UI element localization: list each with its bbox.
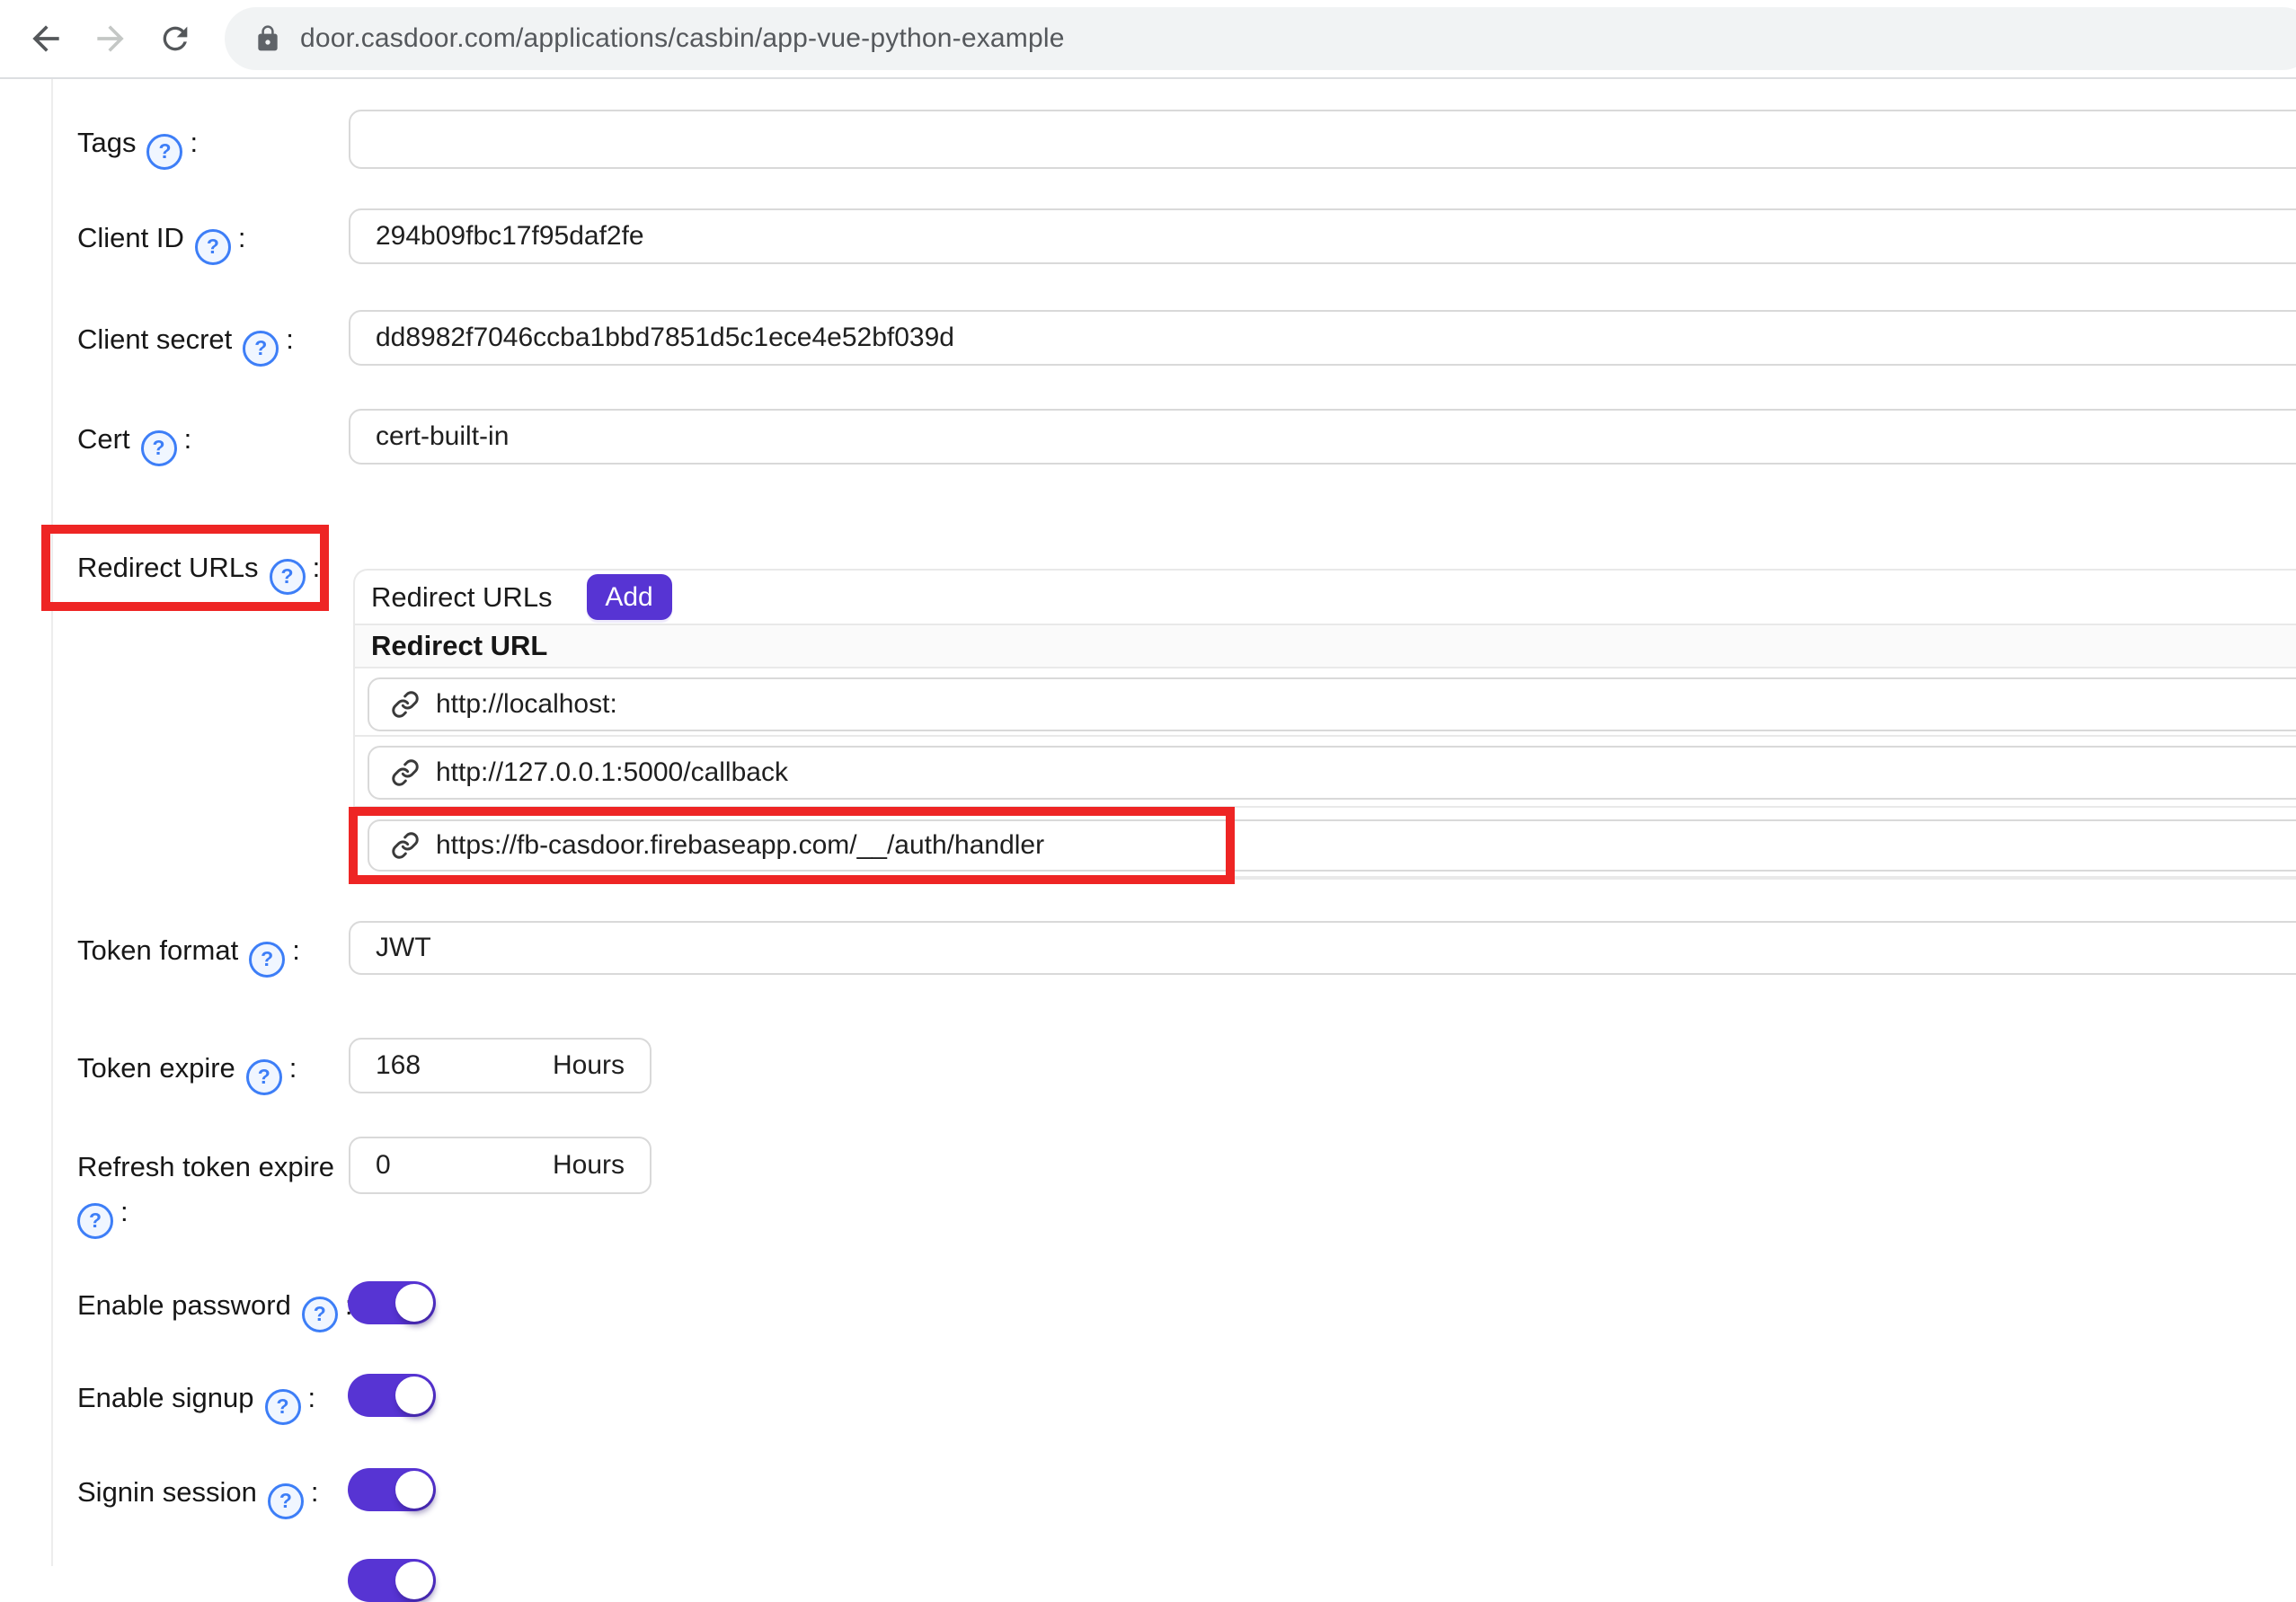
redirect-url-input-3[interactable]: https://fb-casdoor.firebaseapp.com/__/au… <box>368 819 2296 872</box>
enable-password-toggle[interactable] <box>348 1281 436 1324</box>
token-format-label: Token format?: <box>77 928 356 978</box>
client-id-label: Client ID?: <box>77 216 356 265</box>
cert-input[interactable]: cert-built-in <box>349 409 2296 465</box>
help-icon[interactable]: ? <box>77 1203 113 1239</box>
redirect-url-column-header: Redirect URL <box>355 625 2296 668</box>
help-icon[interactable]: ? <box>270 559 306 595</box>
browser-toolbar: door.casdoor.com/applications/casbin/app… <box>0 0 2296 79</box>
client-secret-label: Client secret?: <box>77 317 356 367</box>
redirect-urls-panel-header: Redirect URLs Add <box>355 571 2296 625</box>
lock-icon[interactable] <box>253 24 282 53</box>
help-icon[interactable]: ? <box>146 134 182 170</box>
help-icon[interactable]: ? <box>265 1389 301 1425</box>
tags-input[interactable] <box>349 110 2296 169</box>
enable-password-label: Enable password?: <box>77 1283 356 1332</box>
redirect-urls-label: Redirect URLs?: <box>77 545 356 595</box>
back-icon[interactable] <box>25 18 66 59</box>
cert-label: Cert?: <box>77 417 356 466</box>
tags-label: Tags?: <box>77 120 356 170</box>
token-expire-label: Token expire?: <box>77 1046 356 1095</box>
redirect-urls-panel: Redirect URLs Add Redirect URL http://lo… <box>353 569 2296 880</box>
help-icon[interactable]: ? <box>141 430 177 466</box>
redirect-urls-panel-title: Redirect URLs <box>371 581 553 614</box>
url-text: door.casdoor.com/applications/casbin/app… <box>300 23 1065 54</box>
help-icon[interactable]: ? <box>302 1297 338 1332</box>
refresh-token-expire-input[interactable]: 0 Hours <box>349 1137 652 1194</box>
reload-icon[interactable] <box>155 18 196 59</box>
help-icon[interactable]: ? <box>249 942 285 978</box>
client-id-input[interactable]: 294b09fbc17f95daf2fe <box>349 208 2296 264</box>
add-redirect-url-button[interactable]: Add <box>587 574 672 620</box>
next-setting-toggle-partial[interactable] <box>348 1559 436 1602</box>
help-icon[interactable]: ? <box>195 229 231 265</box>
redirect-url-row: http://localhost: <box>355 668 2296 737</box>
token-expire-input[interactable]: 168 Hours <box>349 1038 652 1093</box>
link-icon <box>391 758 420 787</box>
signin-session-toggle[interactable] <box>348 1468 436 1511</box>
token-format-select[interactable]: JWT <box>349 921 2296 975</box>
link-icon <box>391 831 420 860</box>
redirect-url-row: http://127.0.0.1:5000/callback <box>355 737 2296 808</box>
signin-session-label: Signin session?: <box>77 1470 356 1519</box>
redirect-url-input-2[interactable]: http://127.0.0.1:5000/callback <box>368 746 2296 800</box>
link-icon <box>391 690 420 719</box>
help-icon[interactable]: ? <box>246 1059 282 1095</box>
redirect-url-row: https://fb-casdoor.firebaseapp.com/__/au… <box>355 808 2296 878</box>
refresh-token-expire-label: Refresh token expire?: <box>77 1145 356 1239</box>
forward-icon[interactable] <box>90 18 131 59</box>
client-secret-input[interactable]: dd8982f7046ccba1bbd7851d5c1ece4e52bf039d <box>349 310 2296 366</box>
address-bar[interactable]: door.casdoor.com/applications/casbin/app… <box>225 7 2296 70</box>
content-left-border <box>51 79 53 1566</box>
help-icon[interactable]: ? <box>243 331 279 367</box>
help-icon[interactable]: ? <box>268 1483 304 1519</box>
enable-signup-label: Enable signup?: <box>77 1376 356 1425</box>
enable-signup-toggle[interactable] <box>348 1374 436 1417</box>
refresh-token-expire-unit: Hours <box>553 1150 625 1181</box>
token-expire-unit: Hours <box>553 1050 625 1081</box>
redirect-url-input-1[interactable]: http://localhost: <box>368 677 2296 731</box>
